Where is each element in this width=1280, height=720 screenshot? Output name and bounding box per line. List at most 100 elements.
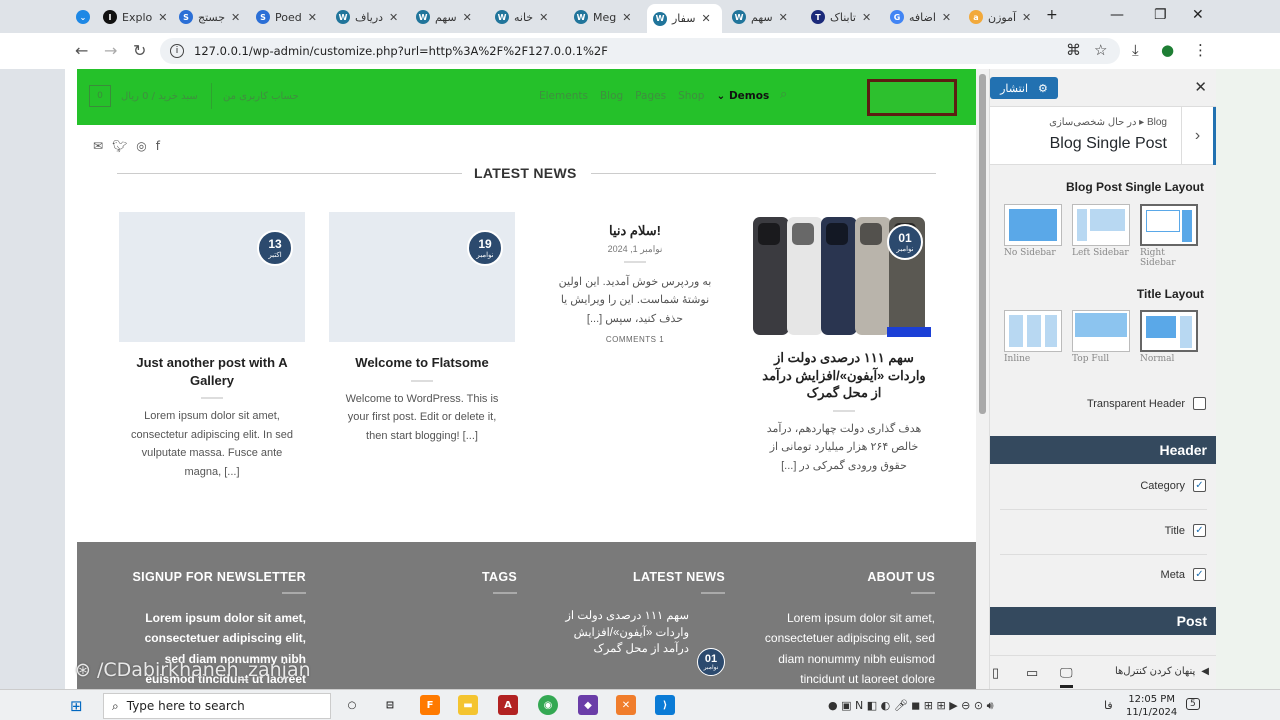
post-comments[interactable]: COMMENTS 1 [545, 335, 725, 344]
menu-item-demos[interactable]: ⌄ Demos [716, 90, 769, 102]
search-icon[interactable]: ⌕ [780, 87, 787, 102]
site-logo[interactable] [867, 79, 957, 116]
browser-tab[interactable]: a آموزن ✕ [963, 6, 1038, 28]
windows-start-icon[interactable]: ⊞ [70, 697, 83, 715]
menu-item-pages[interactable]: Pages [635, 90, 666, 102]
title-layout-normal[interactable]: Normal [1140, 310, 1198, 364]
maximize-button[interactable]: ❐ [1154, 7, 1167, 23]
tab-close-icon[interactable]: ✕ [463, 11, 472, 24]
tablet-preview-icon[interactable]: ▭ [1026, 665, 1038, 681]
browser-tab[interactable]: W سهم ✕ [410, 6, 485, 28]
close-icon[interactable]: ✕ [1194, 78, 1207, 96]
meta-option[interactable]: Meta ✓ [1161, 568, 1206, 581]
browser-tab[interactable]: I Explo ✕ [97, 6, 169, 28]
browser-tab[interactable]: S Poed ✕ [250, 6, 326, 28]
tab-close-icon[interactable]: ✕ [622, 11, 631, 24]
address-bar[interactable]: i 127.0.0.1/wp-admin/customize.php?url=h… [160, 38, 1120, 64]
notification-badge[interactable]: 5 [1186, 698, 1200, 710]
post-card[interactable]: 01 نوامبر سهم ۱۱۱ درصدی دولت از واردات «آ… [751, 212, 937, 476]
browser-tab[interactable]: W دریاف ✕ [330, 6, 406, 28]
site-info-icon[interactable]: i [170, 44, 184, 58]
category-checkbox[interactable]: ✓ [1193, 479, 1206, 492]
tab-close-icon[interactable]: ✕ [308, 11, 317, 24]
post-title[interactable]: Just another post with A Gallery [119, 354, 305, 389]
preview-right-scrollbar[interactable] [976, 69, 989, 689]
tab-close-icon[interactable]: ✕ [779, 11, 788, 24]
layout-left-sidebar[interactable]: Left Sidebar [1072, 204, 1130, 258]
post-thumbnail[interactable]: 19 نوامبر [329, 212, 515, 342]
title-layout-inline[interactable]: Inline [1004, 310, 1062, 364]
transparent-header-option[interactable]: Transparent Header [1087, 397, 1206, 410]
tab-close-icon[interactable]: ✕ [942, 11, 951, 24]
gear-icon[interactable]: ⚙ [1038, 82, 1048, 95]
browser-tab[interactable]: W خانه ✕ [489, 6, 564, 28]
back-icon[interactable]: ← [75, 41, 88, 60]
taskbar-search[interactable]: ⌕ Type here to search [103, 693, 331, 719]
footer-latest-item[interactable]: سهم ۱۱۱ درصدی دولت از واردات «آیفون»/افز… [547, 608, 725, 658]
vscode-icon[interactable]: ⟩ [655, 695, 675, 715]
chevron-back-icon[interactable]: › [1181, 107, 1217, 165]
menu-item-elements[interactable]: Elements [539, 90, 588, 102]
title-option[interactable]: Title ✓ [1165, 524, 1206, 537]
app-icon[interactable]: ◆ [578, 695, 598, 715]
menu-item-blog[interactable]: Blog [600, 90, 623, 102]
tab-close-icon[interactable]: ✕ [158, 11, 167, 24]
minimize-button[interactable]: — [1110, 7, 1124, 23]
post-title[interactable]: سلام دنیا! [545, 222, 725, 240]
taskbar-clock[interactable]: 12:05 PM 11/1/2024 [1126, 693, 1177, 719]
layout-right-sidebar[interactable]: Right Sidebar [1140, 204, 1198, 268]
chrome-icon[interactable]: ◉ [538, 695, 558, 715]
access-icon[interactable]: A [498, 695, 518, 715]
widgets-icon[interactable]: ⊟ [380, 695, 400, 715]
translate-icon[interactable]: ⌘ [1066, 41, 1081, 59]
reload-icon[interactable]: ↻ [133, 41, 146, 60]
tab-close-icon[interactable]: ✕ [862, 11, 871, 24]
email-icon[interactable]: ✉ [93, 139, 103, 153]
post-card[interactable]: 19 نوامبر Welcome to Flatsome Welcome to … [329, 212, 515, 446]
tab-close-icon[interactable]: ✕ [389, 11, 398, 24]
file-explorer-icon[interactable]: ▬ [458, 695, 478, 715]
browser-tab[interactable]: W Meg ✕ [568, 6, 643, 28]
tab-close-icon[interactable]: ✕ [231, 11, 240, 24]
mobile-preview-icon[interactable]: ▯ [992, 665, 999, 681]
tab-search-button[interactable]: ⌄ [70, 6, 96, 28]
post-title[interactable]: Welcome to Flatsome [329, 354, 515, 372]
new-tab-button[interactable]: + [1046, 7, 1058, 23]
transparent-header-checkbox[interactable] [1193, 397, 1206, 410]
xampp-icon[interactable]: ✕ [616, 695, 636, 715]
category-option[interactable]: Category ✓ [1140, 479, 1206, 492]
tray-icons[interactable]: ● ▣ N ◧ ◐ 🎤︎ ◼ ⊞ ⊞ ▶ ⊖ ⊙ 🔊︎ [828, 699, 994, 713]
account-link[interactable]: حساب کاربری من [223, 91, 299, 102]
title-layout-top-full[interactable]: Top Full [1072, 310, 1130, 364]
post-card[interactable]: 13 اکتبر Just another post with A Gallery… [119, 212, 305, 482]
forward-icon[interactable]: → [104, 41, 117, 60]
twitter-icon[interactable]: 🐦︎ [112, 139, 127, 153]
menu-item-shop[interactable]: Shop [678, 90, 704, 102]
browser-tab[interactable]: W سهم ✕ [726, 6, 801, 28]
post-thumbnail-iphone[interactable]: 01 نوامبر [751, 212, 931, 337]
bookmark-star-icon[interactable]: ☆ [1094, 41, 1107, 59]
desktop-preview-icon[interactable]: 🖵︎ [1060, 665, 1073, 688]
task-view-icon[interactable]: ○ [342, 695, 362, 715]
browser-tab[interactable]: S جستج ✕ [173, 6, 246, 28]
layout-no-sidebar[interactable]: No Sidebar [1004, 204, 1062, 258]
browser-tab[interactable]: G اضافه ✕ [884, 6, 959, 28]
publish-button[interactable]: انتشار ⚙ [990, 77, 1058, 99]
tab-close-icon[interactable]: ✕ [701, 12, 710, 25]
facebook-icon[interactable]: f [156, 139, 160, 153]
meta-checkbox[interactable]: ✓ [1193, 568, 1206, 581]
post-title[interactable]: سهم ۱۱۱ درصدی دولت از واردات «آیفون»/افز… [751, 349, 937, 402]
post-thumbnail[interactable]: 13 اکتبر [119, 212, 305, 342]
browser-tab[interactable]: T تابناک ✕ [805, 6, 880, 28]
post-card[interactable]: سلام دنیا! نوامبر 1, 2024 به وردپرس خوش … [545, 212, 725, 344]
cart-link[interactable]: سبد خرید / 0 ریال [121, 91, 198, 102]
download-icon[interactable]: ⤓ [1132, 41, 1139, 59]
tab-close-icon[interactable]: ✕ [539, 11, 548, 24]
instagram-icon[interactable]: ◎ [136, 139, 146, 153]
browser-tab[interactable]: W سفار ✕ [647, 4, 722, 33]
title-checkbox[interactable]: ✓ [1193, 524, 1206, 537]
language-indicator[interactable]: فا [1104, 699, 1113, 712]
profile-icon[interactable]: ● [1161, 41, 1174, 59]
tab-close-icon[interactable]: ✕ [1022, 11, 1031, 24]
menu-kebab-icon[interactable]: ⋮ [1193, 41, 1208, 59]
